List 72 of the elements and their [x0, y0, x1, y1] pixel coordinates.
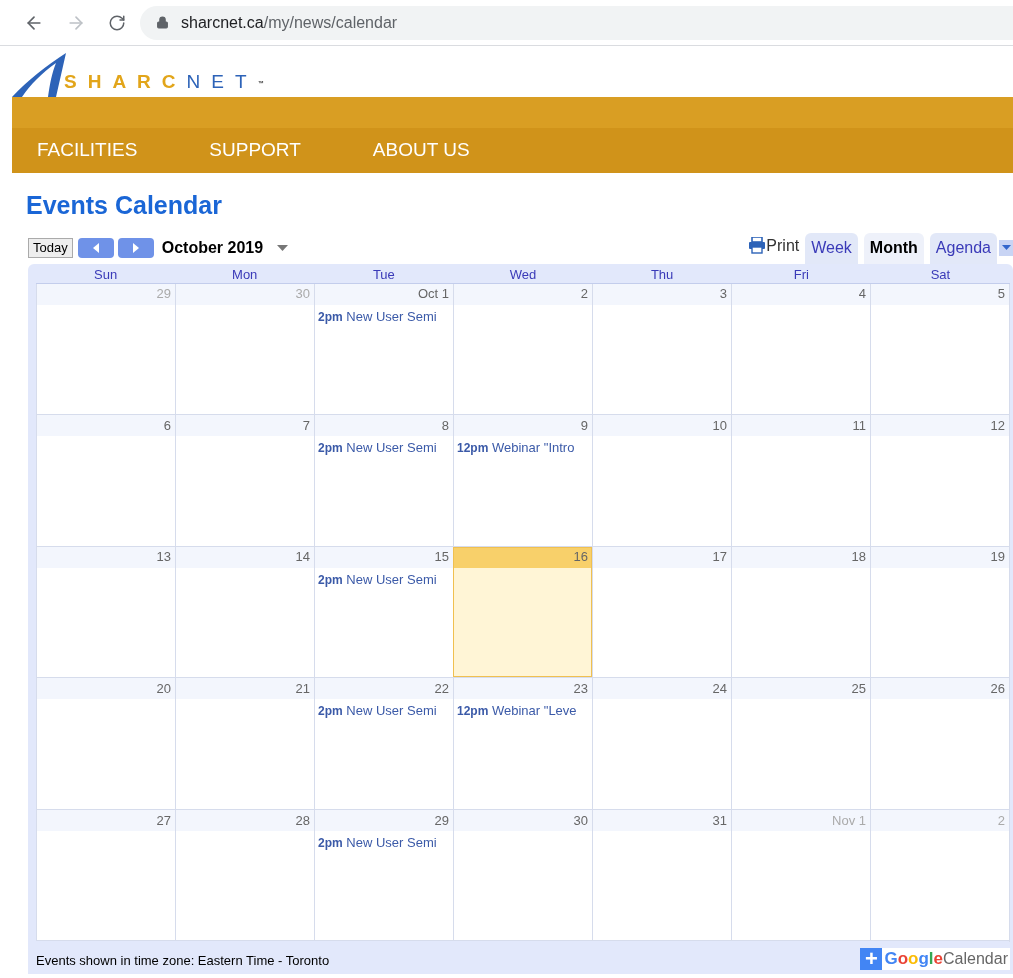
event-link[interactable]: 2pm New User Semi — [315, 699, 453, 721]
event-link[interactable]: 2pm New User Semi — [315, 830, 453, 853]
date-number: 13 — [156, 548, 171, 567]
date-number: 11 — [852, 416, 866, 435]
weekday-label: Wed — [508, 266, 538, 283]
printer-icon[interactable] — [748, 237, 767, 254]
date-number: 2 — [580, 285, 588, 304]
print-link[interactable]: Print — [766, 233, 800, 258]
weekday-label: Sat — [929, 266, 952, 283]
date-number: Oct 1 — [417, 285, 449, 304]
date-number: 15 — [434, 548, 449, 567]
date-number: 21 — [295, 680, 310, 699]
event-link[interactable]: 12pm Webinar "Intro — [454, 436, 592, 458]
reload-icon[interactable] — [108, 13, 126, 32]
right-triangle-icon — [132, 242, 139, 253]
date-number: 10 — [712, 416, 727, 435]
menu-arrow-button[interactable] — [999, 239, 1013, 256]
lock-icon — [156, 16, 169, 29]
date-number: 12 — [990, 416, 1005, 435]
view-tab[interactable]: Agenda — [929, 232, 997, 264]
date-number: 24 — [712, 680, 727, 699]
address-bar[interactable]: sharcnet.ca/my/news/calendar — [140, 5, 1013, 40]
weekday-label: Sun — [93, 266, 119, 283]
date-number: 30 — [295, 285, 310, 304]
date-number: 29 — [434, 811, 449, 830]
left-triangle-icon — [92, 242, 99, 253]
date-number: 7 — [302, 416, 310, 435]
date-number: 17 — [712, 548, 727, 567]
event-link[interactable]: 12pm Webinar "Leve — [454, 699, 592, 721]
weekday-label: Mon — [231, 266, 259, 283]
logo-fin-icon — [12, 53, 66, 97]
event-link[interactable]: 2pm New User Semi — [315, 567, 453, 590]
page-title: Events Calendar — [26, 190, 223, 221]
down-triangle-icon — [1001, 245, 1011, 250]
next-button[interactable] — [117, 237, 154, 258]
date-number: 2 — [997, 811, 1005, 830]
view-tab[interactable]: Month — [863, 232, 924, 264]
weekday-label: Tue — [371, 266, 396, 283]
date-number: Nov 1 — [832, 811, 866, 830]
date-number: 16 — [573, 548, 588, 567]
date-number: 9 — [580, 416, 588, 435]
weekday-label: Thu — [649, 266, 675, 283]
date-number: 19 — [990, 548, 1005, 567]
month-label: October 2019 — [161, 237, 264, 258]
event-link[interactable]: 2pm New User Semi — [315, 304, 453, 326]
date-number: 27 — [156, 811, 171, 830]
url-text: sharcnet.ca/my/news/calendar — [181, 12, 398, 33]
date-number: 22 — [434, 680, 449, 699]
date-number: 4 — [858, 285, 866, 304]
date-number: 5 — [997, 285, 1005, 304]
timezone-note: Events shown in time zone: Eastern Time - Toronto — [36, 952, 330, 970]
event-link[interactable]: 2pm New User Semi — [315, 436, 453, 458]
logo-text: SHARC NET$^{™}$ — [64, 69, 264, 94]
view-tab[interactable]: Week — [805, 232, 858, 264]
date-number: 6 — [163, 416, 171, 435]
date-number: 23 — [573, 680, 588, 699]
date-number: 14 — [295, 548, 310, 567]
date-number: 29 — [156, 285, 171, 304]
today-button[interactable]: Today — [28, 237, 73, 258]
dropdown-caret-icon[interactable] — [277, 244, 289, 251]
date-number: 31 — [712, 811, 727, 830]
date-number: 3 — [719, 285, 727, 304]
date-number: 18 — [851, 548, 866, 567]
date-number: 28 — [295, 811, 310, 830]
previous-button[interactable] — [77, 237, 114, 258]
weekday-label: Fri — [792, 266, 810, 283]
date-number: 26 — [990, 680, 1005, 699]
date-number: 25 — [851, 680, 866, 699]
date-number: 8 — [441, 416, 449, 435]
google-calendar-button[interactable]: + GoogleCalendar — [860, 947, 1010, 970]
date-number: 20 — [156, 680, 171, 699]
date-number: 30 — [573, 811, 588, 830]
